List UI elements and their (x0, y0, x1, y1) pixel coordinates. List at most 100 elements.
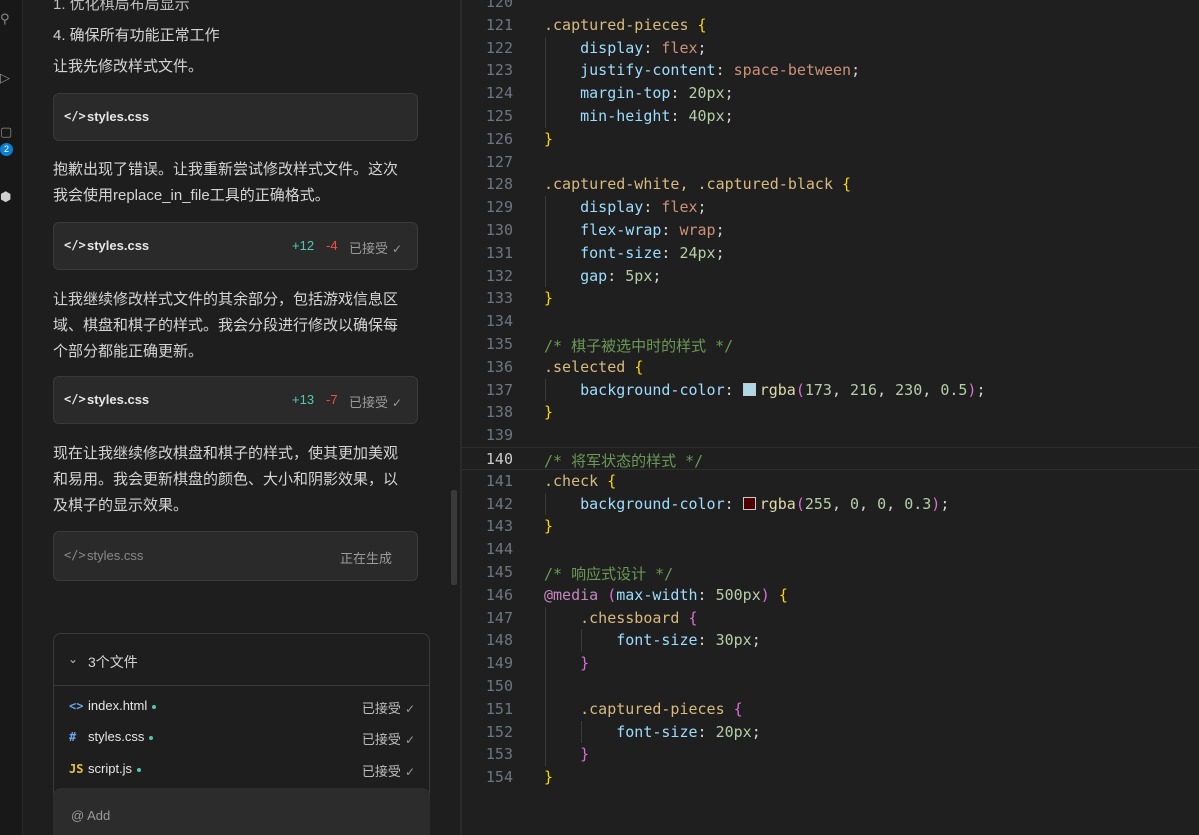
code-text: } (580, 654, 590, 673)
code-line[interactable]: 124 margin-top: 20px; (462, 82, 1199, 105)
code-line[interactable]: 138} (462, 401, 1199, 424)
code-line[interactable]: 121 .captured-pieces { (462, 14, 1199, 37)
accept-status: 已接受 ✓ (349, 241, 403, 256)
line-number: 142 (485, 494, 513, 513)
code-editor[interactable]: 120 121 .captured-pieces { 122 display: fle… (462, 0, 1199, 835)
line-number: 130 (485, 221, 513, 239)
code-text: } (580, 745, 590, 764)
indent-guide (545, 378, 546, 402)
file-name: styles.css (87, 392, 150, 407)
code-icon: </> (64, 548, 86, 562)
line-number: 121 (485, 15, 513, 34)
code-line[interactable]: 144 (462, 538, 1199, 561)
line-number: 131 (485, 243, 513, 262)
chat-scrollbar[interactable] (451, 490, 457, 585)
lines-removed: -7 (326, 392, 338, 407)
cube-icon[interactable]: ⬢ (0, 190, 14, 204)
code-line[interactable]: 125 min-height: 40px; (462, 105, 1199, 128)
code-line[interactable]: 150 (462, 675, 1199, 698)
code-text: background-color: rgba(173, 216, 230, 0.… (580, 380, 986, 399)
chat-panel: 1. 优化棋局布局显示 4. 确保所有功能正常工作 让我先修改样式文件。 </>… (23, 0, 460, 835)
file-name: styles.css (87, 238, 150, 253)
code-text: .captured-pieces { (580, 699, 743, 718)
code-text: background-color: rgba(255, 0, 0, 0.3); (580, 494, 950, 513)
code-text: display: flex; (580, 198, 707, 217)
code-line[interactable]: 147 .chessboard { (462, 607, 1199, 630)
changed-file-row[interactable]: JS script.js 已接受 ✓ (54, 756, 429, 784)
code-line[interactable]: 131 font-size: 24px; (462, 242, 1199, 265)
code-text: min-height: 40px; (580, 107, 734, 125)
search-icon[interactable]: ⚲ (0, 12, 14, 26)
code-line[interactable]: 146 @media (max-width: 500px) { (462, 584, 1199, 607)
chat-text: 让我继续修改样式文件的其余部分，包括游戏信息区 域、棋盘和棋子的样式。我会分段进行… (53, 291, 399, 360)
code-text: } (544, 768, 554, 787)
code-text: gap: 5px; (580, 266, 662, 285)
chat-text-partial: 1. 优化棋局布局显示 (53, 0, 190, 13)
code-line[interactable]: 134 (462, 310, 1199, 333)
extensions-icon[interactable]: ▢ (0, 125, 14, 139)
line-number: 127 (485, 152, 513, 171)
code-line[interactable]: 141 .check { (462, 470, 1199, 493)
code-line[interactable]: 149 } (462, 652, 1199, 675)
accept-status: 已接受 ✓ (361, 701, 415, 716)
file-edit-card[interactable]: </> styles.css (53, 93, 418, 141)
lines-added: +12 (292, 238, 315, 253)
code-line[interactable]: 152 font-size: 20px; (462, 721, 1199, 744)
code-line[interactable]: 145 /* 响应式设计 */ (462, 561, 1199, 584)
changed-file-name: script.js (88, 761, 142, 776)
code-text: .selected { (544, 357, 644, 376)
generating-status: 正在生成 (340, 551, 393, 566)
code-line[interactable]: 142 background-color: rgba(255, 0, 0, 0.… (462, 493, 1199, 516)
changed-file-row[interactable]: # styles.css 已接受 ✓ (54, 724, 429, 752)
line-number: 132 (485, 266, 513, 285)
code-line[interactable]: 153 } (462, 743, 1199, 766)
code-line[interactable]: 154} (462, 766, 1199, 789)
chat-input[interactable]: @ Add (53, 788, 430, 835)
code-line[interactable]: 137 background-color: rgba(173, 216, 230… (462, 379, 1199, 402)
code-line[interactable]: 140 /* 将军状态的样式 */ (462, 447, 1199, 470)
changed-file-name: index.html (88, 698, 157, 713)
code-line[interactable]: 127 (462, 151, 1199, 174)
code-line[interactable]: 130 flex-wrap: wrap; (462, 219, 1199, 242)
code-line[interactable]: 139 (462, 424, 1199, 447)
code-line[interactable]: 136 .selected { (462, 356, 1199, 379)
chat-text: 抱歉出现了错误。让我重新尝试修改样式文件。这次 我会使用replace_in_fi… (53, 161, 399, 204)
code-line[interactable]: 123 justify-content: space-between; (462, 59, 1199, 82)
code-line[interactable]: 151 .captured-pieces { (462, 698, 1199, 721)
code-text: .chessboard { (580, 608, 698, 627)
changed-file-row[interactable]: <> index.html 已接受 ✓ (54, 693, 429, 721)
code-text: font-size: 24px; (580, 243, 725, 262)
line-number: 148 (485, 631, 513, 650)
code-text: .check { (544, 471, 617, 490)
code-text: font-size: 30px; (616, 631, 761, 650)
code-line[interactable]: 120 (462, 0, 1199, 14)
file-edit-card[interactable]: </> styles.css +12 -4 已接受 ✓ (53, 222, 418, 270)
code-line[interactable]: 135 /* 棋子被选中时的样式 */ (462, 333, 1199, 356)
line-number: 146 (485, 585, 513, 604)
check-icon: ✓ (404, 733, 415, 747)
code-text: } (544, 289, 554, 308)
indent-guide (581, 629, 583, 653)
file-edit-card[interactable]: </> styles.css +13 -7 已接受 ✓ (53, 376, 418, 424)
code-line[interactable]: 132 gap: 5px; (462, 265, 1199, 288)
code-line[interactable]: 143} (462, 515, 1199, 538)
check-icon: ✓ (392, 242, 403, 256)
code-text: justify-content: space-between; (580, 61, 861, 80)
changed-file-name: styles.css (88, 729, 154, 744)
indent-guide (545, 606, 546, 767)
code-line[interactable]: 129 display: flex; (462, 196, 1199, 219)
code-line[interactable]: 128 .captured-white, .captured-black { (462, 173, 1199, 196)
code-line[interactable]: 126} (462, 128, 1199, 151)
run-icon[interactable]: ▷ (0, 71, 14, 85)
code-text: .captured-pieces { (544, 15, 707, 34)
activity-bar: ⚲ ▷ ▢ 2 ⬢ (0, 0, 23, 835)
code-text: /* 响应式设计 */ (544, 565, 674, 583)
line-number: 147 (485, 608, 513, 627)
code-line[interactable]: 148 font-size: 30px; (462, 629, 1199, 652)
code-line[interactable]: 133} (462, 287, 1199, 310)
add-context-button[interactable]: @ Add (71, 808, 110, 823)
code-line[interactable]: 122 display: flex; (462, 37, 1199, 60)
changed-files-header[interactable]: ⌄ 3个文件 (54, 634, 429, 686)
file-edit-card-generating[interactable]: </> styles.css 正在生成 (53, 531, 418, 581)
code-text: flex-wrap: wrap; (580, 221, 725, 239)
